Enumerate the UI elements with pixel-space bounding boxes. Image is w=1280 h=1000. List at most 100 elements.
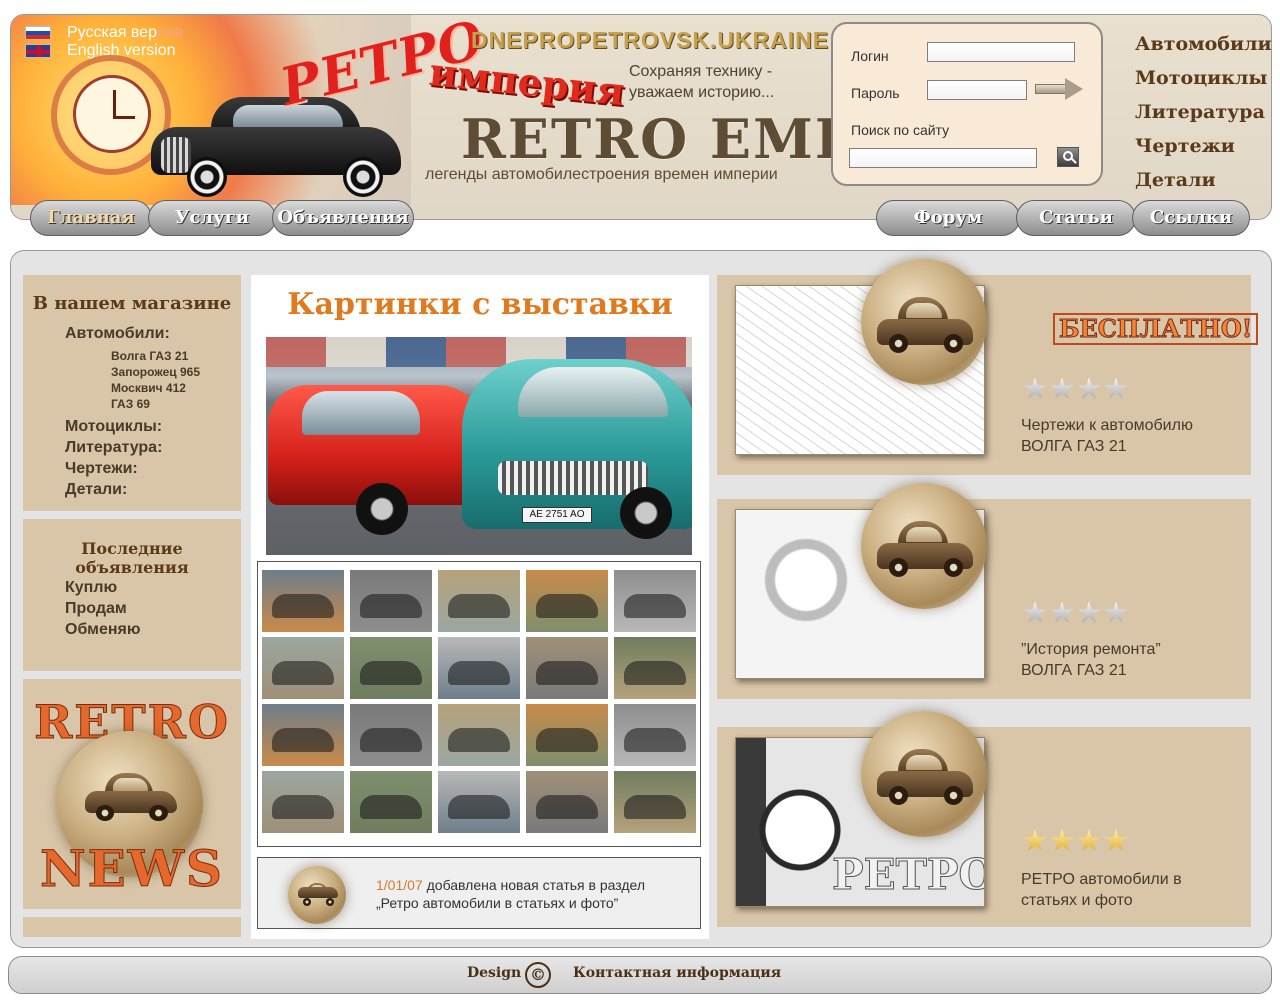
- gallery-thumbnail[interactable]: [614, 704, 696, 766]
- feature-card-repair-history[interactable]: ”История ремонта” ВОЛГА ГАЗ 21: [717, 483, 1251, 699]
- gallery-thumbnail[interactable]: [350, 570, 432, 632]
- gallery-thumbnail[interactable]: [526, 771, 608, 833]
- site-search-input[interactable]: [849, 148, 1037, 168]
- top-menu-literature[interactable]: Литература: [1135, 95, 1271, 129]
- feature-image-text: РЕТРО: [831, 850, 985, 900]
- nav-forum[interactable]: Форум: [876, 200, 1020, 236]
- ru-flag-icon: [25, 26, 51, 40]
- thumbnail-gallery: [257, 561, 701, 847]
- gallery-thumbnail[interactable]: [438, 704, 520, 766]
- gallery-thumbnail[interactable]: [526, 704, 608, 766]
- feature-card-articles[interactable]: РЕТРО РЕТРО автомобили в статьях и фото: [717, 711, 1251, 927]
- gallery-thumbnail[interactable]: [262, 570, 344, 632]
- star-icon: [1050, 829, 1074, 851]
- lang-russian[interactable]: Русская версия: [25, 24, 183, 42]
- feature-line-2: статьях и фото: [1021, 892, 1133, 909]
- feature-card-drawings[interactable]: БЕСПЛАТНО! Чертежи к автомобилю ВОЛГА ГА…: [717, 259, 1259, 475]
- shop-category[interactable]: Чертежи:: [65, 458, 200, 479]
- star-icon: [1023, 601, 1047, 623]
- gallery-thumbnail[interactable]: [438, 570, 520, 632]
- star-icon: [1077, 601, 1101, 623]
- ads-item-exchange[interactable]: Обменяю: [65, 619, 141, 640]
- feature-text: ”История ремонта” ВОЛГА ГАЗ 21: [1021, 639, 1161, 681]
- nav-home[interactable]: Главная: [30, 200, 152, 236]
- gallery-thumbnail[interactable]: [350, 704, 432, 766]
- location-label: DNEPROPETROVSK.UKRAINE: [471, 27, 830, 53]
- shop-car-item[interactable]: Запорожец 965: [65, 364, 200, 380]
- news-text-line-2[interactable]: „Ретро автомобили в статьях и фото”: [376, 894, 645, 912]
- gallery-thumbnail[interactable]: [614, 637, 696, 699]
- star-icon: [1104, 829, 1128, 851]
- ads-item-buy[interactable]: Куплю: [65, 577, 141, 598]
- gallery-thumbnail[interactable]: [526, 637, 608, 699]
- feature-line-2: ВОЛГА ГАЗ 21: [1021, 662, 1127, 679]
- gallery-thumbnail[interactable]: [350, 771, 432, 833]
- shop-category[interactable]: Детали:: [65, 479, 200, 500]
- star-icon: [1104, 377, 1128, 399]
- nav-articles[interactable]: Статьи: [1016, 200, 1136, 236]
- site-header: Русская версия English version РЕТРО имп…: [10, 14, 1272, 220]
- login-label: Логин: [851, 48, 889, 64]
- star-icon: [1023, 829, 1047, 851]
- rating-stars: [1023, 601, 1128, 625]
- copyright-icon: ©: [525, 962, 551, 988]
- exhibition-main-photo[interactable]: AE 2751 AO: [266, 337, 692, 555]
- tagline: легенды автомобилестроения времен импери…: [425, 166, 778, 183]
- site-footer: Design © Контактная информация: [8, 956, 1272, 994]
- left-panel-strip: [23, 917, 241, 937]
- gallery-thumbnail[interactable]: [262, 637, 344, 699]
- top-menu-cars[interactable]: Автомобили: [1135, 27, 1271, 61]
- search-icon[interactable]: [1057, 147, 1079, 167]
- feature-line-1: Чертежи к автомобилю: [1021, 417, 1193, 434]
- footer-design-link[interactable]: Design: [467, 965, 521, 981]
- password-label: Пароль: [851, 85, 900, 101]
- gallery-thumbnail[interactable]: [262, 704, 344, 766]
- shop-category[interactable]: Мотоциклы:: [65, 416, 200, 437]
- language-switcher: Русская версия English version: [25, 24, 183, 60]
- lang-english-label: English version: [67, 42, 176, 59]
- shop-car-item[interactable]: Москвич 412: [65, 380, 200, 396]
- star-icon: [1104, 601, 1128, 623]
- news-text: 1/01/07 добавлена новая статья в раздел …: [376, 876, 645, 912]
- login-input[interactable]: [927, 42, 1075, 62]
- exhibition-title: Картинки с выставки: [287, 287, 673, 322]
- search-label: Поиск по сайту: [851, 122, 950, 138]
- top-menu-motorcycles[interactable]: Мотоциклы: [1135, 61, 1271, 95]
- shop-car-item[interactable]: Волга ГАЗ 21: [65, 348, 200, 364]
- car-icon: [877, 295, 973, 353]
- exhibition-section: Картинки с выставки AE 2751 AO 1/01/07 д…: [251, 275, 709, 939]
- nav-services[interactable]: Услуги: [148, 200, 276, 236]
- feature-text: РЕТРО автомобили в статьях и фото: [1021, 869, 1182, 911]
- star-icon: [1077, 829, 1101, 851]
- gallery-thumbnail[interactable]: [438, 637, 520, 699]
- login-submit-arrow-icon[interactable]: [1035, 78, 1083, 100]
- ads-item-sell[interactable]: Продам: [65, 598, 141, 619]
- retro-news-banner[interactable]: RETRO NEWS: [23, 679, 241, 909]
- nav-ads[interactable]: Объявления: [272, 200, 414, 236]
- gallery-thumbnail[interactable]: [614, 771, 696, 833]
- password-input[interactable]: [927, 80, 1027, 100]
- slogan: Сохраняя технику - уважаем историю...: [629, 61, 774, 103]
- rating-stars: [1023, 377, 1128, 401]
- lang-english[interactable]: English version: [25, 42, 183, 60]
- gallery-thumbnail[interactable]: [614, 570, 696, 632]
- top-menu-drawings[interactable]: Чертежи: [1135, 129, 1271, 163]
- shop-list: Автомобили: Волга ГАЗ 21 Запорожец 965 М…: [65, 323, 200, 500]
- gallery-thumbnail[interactable]: [350, 637, 432, 699]
- rating-stars: [1023, 829, 1128, 853]
- shop-category[interactable]: Литература:: [65, 437, 200, 458]
- shop-car-item[interactable]: ГАЗ 69: [65, 396, 200, 412]
- gallery-thumbnail[interactable]: [526, 570, 608, 632]
- uk-flag-icon: [25, 44, 51, 58]
- shop-cars-label[interactable]: Автомобили:: [65, 323, 200, 344]
- slogan-line-1: Сохраняя технику -: [629, 63, 773, 80]
- top-menu-parts[interactable]: Детали: [1135, 163, 1271, 197]
- gallery-thumbnail[interactable]: [438, 771, 520, 833]
- gallery-thumbnail[interactable]: [262, 771, 344, 833]
- news-line[interactable]: 1/01/07 добавлена новая статья в раздел …: [257, 857, 701, 929]
- star-icon: [1050, 601, 1074, 623]
- star-icon: [1050, 377, 1074, 399]
- footer-contact-link[interactable]: Контактная информация: [573, 965, 781, 981]
- nav-links[interactable]: Ссылки: [1132, 200, 1250, 236]
- clock-icon: [73, 75, 151, 153]
